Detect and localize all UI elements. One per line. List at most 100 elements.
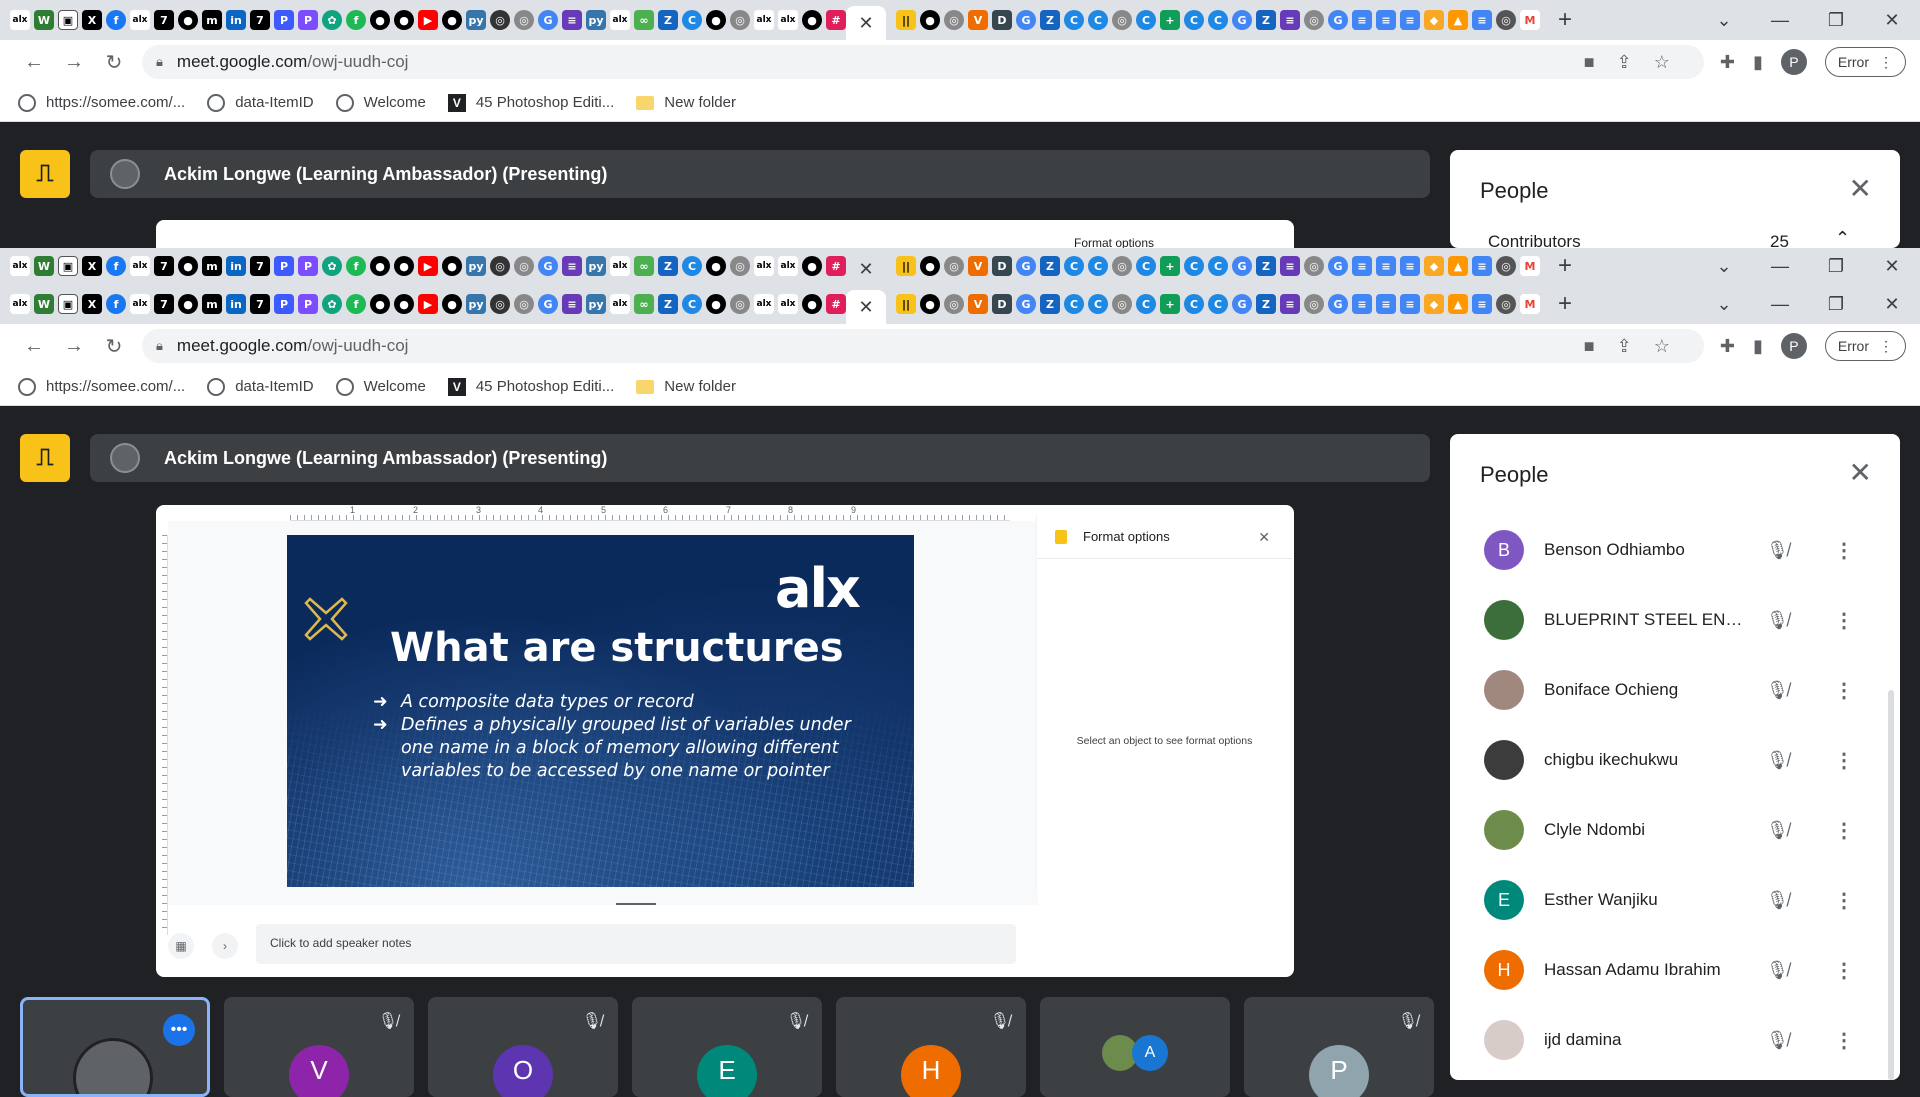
z-tab-icon[interactable]: Z [658, 10, 678, 30]
new-tab-icon[interactable]: + [1558, 290, 1572, 318]
z-tab-icon[interactable]: Z [1256, 256, 1276, 276]
p-tab-icon[interactable]: P [298, 256, 318, 276]
address-bar[interactable]: 🔒︎ meet.google.com/owj-uudh-coj ■ ⇪ ☆ [142, 329, 1704, 363]
github-tab-icon[interactable]: ● [394, 256, 414, 276]
globe-tab-icon[interactable]: ◎ [490, 294, 510, 314]
bookmark-new-folder[interactable]: New folder [636, 94, 736, 111]
grid-view-icon[interactable]: ▦ [168, 933, 194, 959]
bookmark-somee[interactable]: https://somee.com/... [18, 93, 185, 112]
bookmark-photoshop[interactable]: V 45 Photoshop Editi... [447, 377, 614, 396]
link-tab-icon[interactable]: ∞ [634, 256, 654, 276]
restore-icon[interactable]: ❐ [1808, 256, 1864, 277]
docs-tab-icon[interactable]: ≡ [1352, 256, 1372, 276]
google-tab-icon[interactable]: G [1232, 10, 1252, 30]
participant-row[interactable]: E Esther Wanjiku 🎙︎̸ ⋮ [1484, 865, 1884, 935]
tab-search-icon[interactable]: ⌄ [1696, 294, 1752, 315]
github-tab-icon[interactable]: ● [802, 10, 822, 30]
facebook-tab-icon[interactable]: f [106, 10, 126, 30]
python-tab-icon[interactable]: py [466, 256, 486, 276]
address-bar[interactable]: 🔒︎ meet.google.com/owj-uudh-coj ■ ⇪ ☆ [142, 45, 1704, 79]
participant-row[interactable]: ijd damina 🎙︎̸ ⋮ [1484, 1005, 1884, 1075]
tab-favicons-right[interactable]: || ● ◎ V D G Z C C ◎ C + C C G Z ≡ ◎ G ≡… [896, 10, 1540, 30]
alx-tab-icon[interactable]: alx [754, 256, 774, 276]
bookmark-new-folder[interactable]: New folder [636, 378, 736, 395]
docs-tab-icon[interactable]: ≡ [1400, 294, 1420, 314]
z-tab-icon[interactable]: Z [1256, 294, 1276, 314]
w-tab-icon[interactable]: W [34, 256, 54, 276]
c-tab-icon[interactable]: C [1064, 10, 1084, 30]
google-tab-icon[interactable]: G [1232, 294, 1252, 314]
globe-tab-icon[interactable]: ◎ [1304, 10, 1324, 30]
linkedin-tab-icon[interactable]: in [226, 256, 246, 276]
gradient-tab-icon[interactable]: f [346, 294, 366, 314]
c-tab-icon[interactable]: C [1136, 10, 1156, 30]
new-tab-icon[interactable]: + [1558, 252, 1572, 280]
alx-tab-icon[interactable]: alx [778, 294, 798, 314]
alx-tab-icon[interactable]: alx [778, 256, 798, 276]
c-tab-icon[interactable]: C [682, 294, 702, 314]
docs-tab-icon[interactable]: ≡ [1376, 10, 1396, 30]
meet-tab-icon[interactable]: || [896, 256, 916, 276]
globe-tab-icon[interactable]: ◎ [1496, 10, 1516, 30]
facebook-tab-icon[interactable]: f [106, 294, 126, 314]
google-tab-icon[interactable]: G [1232, 256, 1252, 276]
w-tab-icon[interactable]: W [34, 10, 54, 30]
more-options-icon[interactable]: ⋮ [1834, 1028, 1854, 1053]
brave-tab-icon[interactable]: ▲ [1448, 256, 1468, 276]
forms-tab-icon[interactable]: ≡ [1280, 10, 1300, 30]
globe-tab-icon[interactable]: ◎ [514, 294, 534, 314]
active-tab-close-icon[interactable]: ✕ [846, 254, 886, 284]
z-tab-icon[interactable]: Z [1040, 256, 1060, 276]
github-tab-icon[interactable]: ● [370, 256, 390, 276]
gallery-tab-icon[interactable]: ▣ [58, 10, 78, 30]
youtube-tab-icon[interactable]: ▶ [418, 294, 438, 314]
forward-icon[interactable]: → [54, 51, 94, 74]
p-tab-icon[interactable]: P [298, 294, 318, 314]
p-tab-icon[interactable]: P [298, 10, 318, 30]
alx-tab-icon[interactable]: alx [610, 256, 630, 276]
c-tab-icon[interactable]: C [1208, 294, 1228, 314]
gmail-tab-icon[interactable]: M [1520, 294, 1540, 314]
active-tab-close-icon[interactable]: ✕ [846, 290, 886, 324]
globe-tab-icon[interactable]: ◎ [730, 294, 750, 314]
docs-tab-icon[interactable]: ≡ [1472, 256, 1492, 276]
bookmark-data-itemid[interactable]: data-ItemID [207, 377, 314, 396]
z-tab-icon[interactable]: Z [658, 256, 678, 276]
github-tab-icon[interactable]: ● [178, 294, 198, 314]
close-window-icon[interactable]: ✕ [1864, 10, 1920, 31]
docs-tab-icon[interactable]: ≡ [1376, 294, 1396, 314]
alx-tab-icon[interactable]: alx [130, 294, 150, 314]
github-tab-icon[interactable]: ● [442, 256, 462, 276]
error-button[interactable]: Error ⋮ [1824, 47, 1906, 77]
alx-tab-icon[interactable]: alx [754, 10, 774, 30]
bookmark-star-icon[interactable]: ☆ [1654, 52, 1670, 73]
z-tab-icon[interactable]: Z [1040, 10, 1060, 30]
gradient-tab-icon[interactable]: f [346, 10, 366, 30]
github-tab-icon[interactable]: ● [394, 10, 414, 30]
c-tab-icon[interactable]: C [1184, 256, 1204, 276]
d-tab-icon[interactable]: D [992, 256, 1012, 276]
tab-favicons-left[interactable]: alx W ▣ X f alx 7 ● m in 7 P P ✿ f ● ● ▶… [10, 256, 846, 276]
forms-tab-icon[interactable]: ≡ [1280, 256, 1300, 276]
x-tab-icon[interactable]: X [82, 10, 102, 30]
github-tab-icon[interactable]: ● [442, 10, 462, 30]
chevron-up-icon[interactable]: ⌃ [1835, 228, 1850, 248]
alx-tab-icon[interactable]: alx [754, 294, 774, 314]
forms-tab-icon[interactable]: ≡ [562, 10, 582, 30]
v-tab-icon[interactable]: V [968, 294, 988, 314]
google-tab-icon[interactable]: G [538, 256, 558, 276]
docs-tab-icon[interactable]: ≡ [1400, 256, 1420, 276]
gradient-tab-icon[interactable]: f [346, 256, 366, 276]
profile-avatar[interactable]: P [1780, 49, 1807, 75]
participant-tile[interactable]: 🎙︎̸ V [224, 997, 414, 1097]
bookmark-star-icon[interactable]: ☆ [1654, 336, 1670, 357]
c-tab-icon[interactable]: C [1136, 256, 1156, 276]
globe-tab-icon[interactable]: ◎ [730, 256, 750, 276]
x-tab-icon[interactable]: X [82, 256, 102, 276]
extensions-icon[interactable]: ✚ [1720, 336, 1735, 357]
more-options-icon[interactable]: ⋮ [1834, 958, 1854, 983]
restore-icon[interactable]: ❐ [1808, 294, 1864, 315]
meet-tab-icon[interactable]: || [896, 10, 916, 30]
globe-tab-icon[interactable]: ◎ [944, 294, 964, 314]
chevron-right-icon[interactable]: › [212, 933, 238, 959]
